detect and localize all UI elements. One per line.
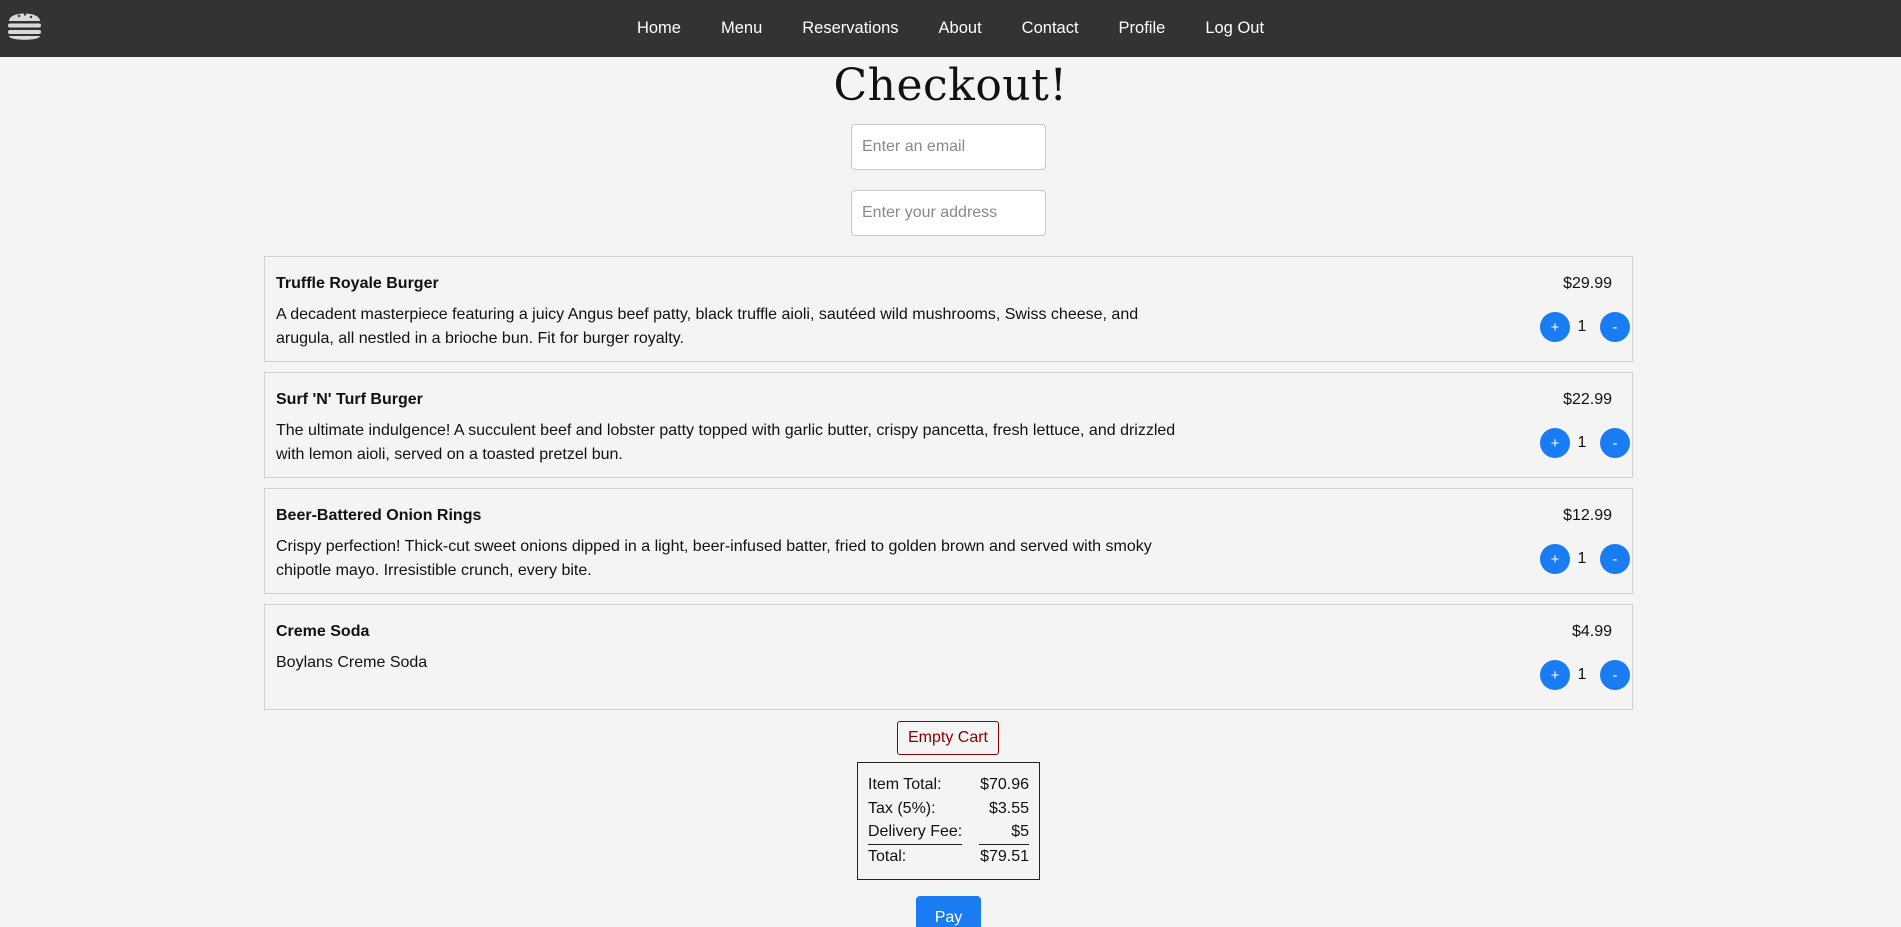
cart-item: Truffle Royale Burger A decadent masterp… (264, 256, 1633, 362)
decrease-quantity-button[interactable]: - (1600, 428, 1630, 458)
nav-home[interactable]: Home (617, 19, 701, 38)
summary-item-total-row: Item Total: $70.96 (868, 773, 1029, 797)
order-summary: Item Total: $70.96 Tax (5%): $3.55 Deliv… (857, 762, 1040, 880)
nav-reservations[interactable]: Reservations (782, 19, 918, 38)
decrease-quantity-button[interactable]: - (1600, 660, 1630, 690)
nav-logout[interactable]: Log Out (1185, 19, 1284, 38)
empty-cart-button[interactable]: Empty Cart (897, 721, 999, 755)
item-name: Surf 'N' Turf Burger (276, 391, 423, 408)
cart-item: Creme Soda Boylans Creme Soda $4.99 + 1 … (264, 604, 1633, 710)
item-price: $12.99 (1563, 507, 1612, 524)
item-name: Creme Soda (276, 623, 370, 640)
cart-item: Beer-Battered Onion Rings Crispy perfect… (264, 488, 1633, 594)
delivery-fee-value: $5 (979, 821, 1029, 845)
email-field[interactable] (851, 124, 1046, 170)
item-description: The ultimate indulgence! A succulent bee… (276, 422, 1176, 463)
cart-item: Surf 'N' Turf Burger The ultimate indulg… (264, 372, 1633, 478)
item-price: $4.99 (1571, 623, 1612, 640)
item-name: Beer-Battered Onion Rings (276, 507, 482, 524)
nav-about[interactable]: About (919, 19, 1002, 38)
item-price: $22.99 (1563, 391, 1612, 408)
increase-quantity-button[interactable]: + (1540, 428, 1570, 458)
address-field[interactable] (851, 190, 1046, 236)
item-quantity: 1 (1577, 550, 1587, 567)
item-description: Boylans Creme Soda (276, 654, 428, 671)
item-description: Crispy perfection! Thick-cut sweet onion… (276, 538, 1152, 579)
increase-quantity-button[interactable]: + (1540, 660, 1570, 690)
cart-list: Truffle Royale Burger A decadent masterp… (264, 256, 1633, 720)
item-total-label: Item Total: (868, 776, 942, 793)
total-label: Total: (868, 848, 907, 865)
summary-tax-row: Tax (5%): $3.55 (868, 797, 1029, 821)
tax-value: $3.55 (988, 800, 1029, 817)
item-quantity: 1 (1577, 666, 1587, 683)
page-title: Checkout! (833, 60, 1068, 111)
total-value: $79.51 (980, 848, 1029, 865)
navbar: Home Menu Reservations About Contact Pro… (0, 0, 1901, 57)
item-quantity: 1 (1577, 434, 1587, 451)
summary-fee-row: Delivery Fee: $5 (868, 821, 1029, 845)
nav-menu[interactable]: Menu (701, 19, 782, 38)
item-description: A decadent masterpiece featuring a juicy… (276, 306, 1139, 347)
increase-quantity-button[interactable]: + (1540, 312, 1570, 342)
decrease-quantity-button[interactable]: - (1600, 312, 1630, 342)
increase-quantity-button[interactable]: + (1540, 544, 1570, 574)
item-price: $29.99 (1563, 275, 1612, 292)
summary-total-row: Total: $79.51 (868, 845, 1029, 869)
item-quantity: 1 (1577, 318, 1587, 335)
tax-label: Tax (5%): (868, 800, 936, 817)
delivery-fee-label: Delivery Fee: (868, 821, 963, 845)
item-total-value: $70.96 (980, 776, 1029, 793)
nav-contact[interactable]: Contact (1002, 19, 1099, 38)
pay-button[interactable]: Pay (916, 896, 981, 927)
nav-profile[interactable]: Profile (1099, 19, 1186, 38)
nav-links: Home Menu Reservations About Contact Pro… (0, 0, 1901, 57)
decrease-quantity-button[interactable]: - (1600, 544, 1630, 574)
item-name: Truffle Royale Burger (276, 275, 439, 292)
